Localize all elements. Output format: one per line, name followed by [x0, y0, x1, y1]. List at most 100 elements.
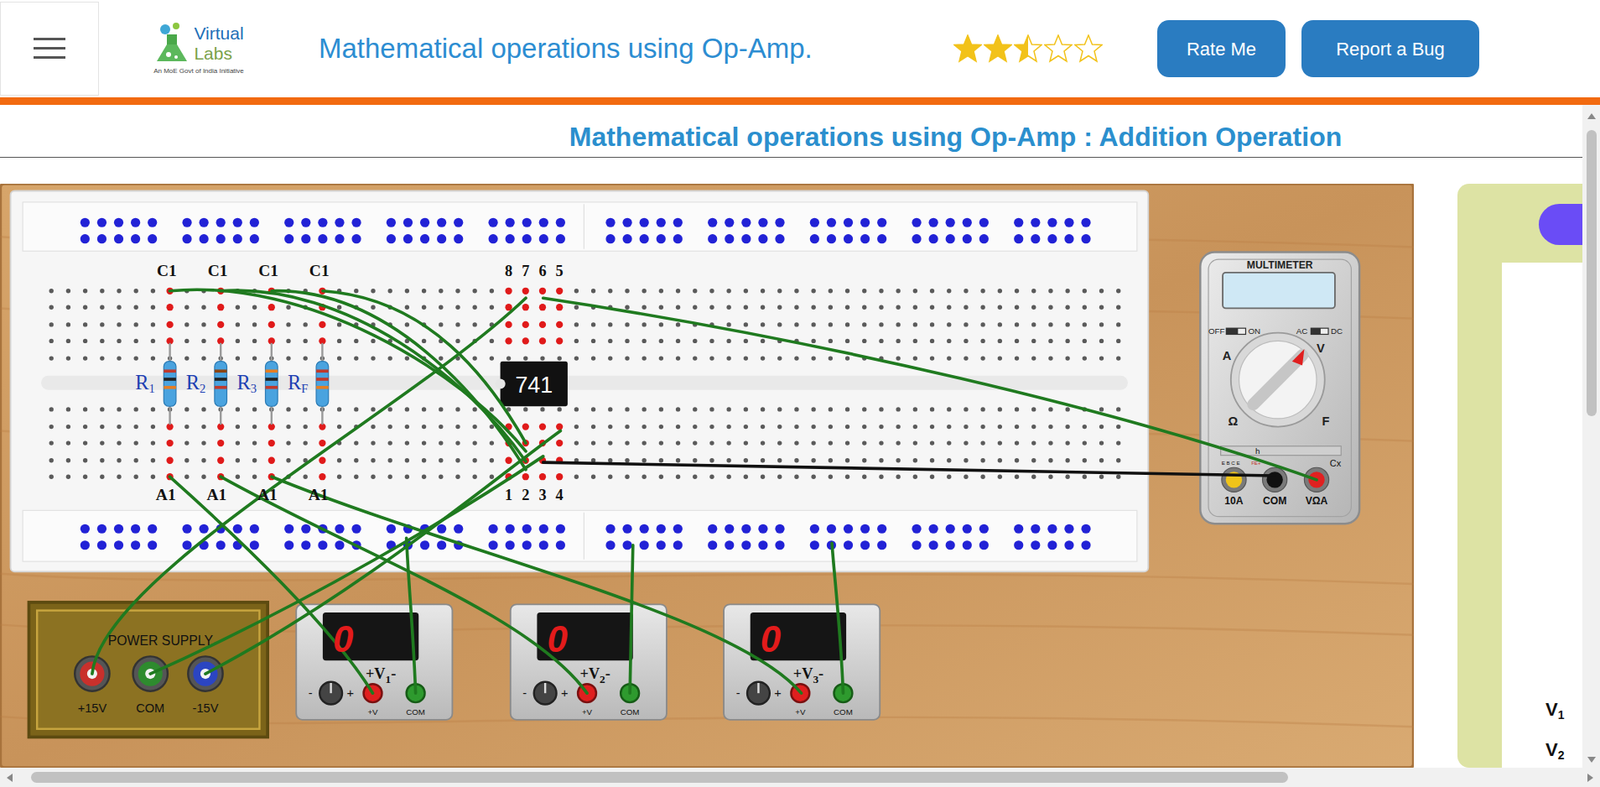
- hole[interactable]: [116, 474, 121, 479]
- rail-hole[interactable]: [505, 218, 515, 228]
- hole[interactable]: [235, 305, 240, 310]
- rail-hole[interactable]: [724, 540, 734, 550]
- rail-hole[interactable]: [1013, 233, 1024, 244]
- hole[interactable]: [591, 322, 596, 327]
- hole[interactable]: [675, 305, 681, 310]
- hole[interactable]: [455, 406, 460, 411]
- rail-hole[interactable]: [522, 540, 532, 550]
- hole[interactable]: [268, 457, 276, 464]
- rail-hole[interactable]: [505, 540, 515, 550]
- hole[interactable]: [913, 288, 918, 293]
- resistor[interactable]: [316, 361, 329, 407]
- hole[interactable]: [980, 355, 985, 360]
- hole[interactable]: [1064, 457, 1070, 463]
- rail-hole[interactable]: [97, 233, 107, 244]
- hole[interactable]: [1014, 406, 1019, 411]
- hole[interactable]: [659, 322, 664, 327]
- rail-hole[interactable]: [826, 218, 837, 228]
- hole[interactable]: [49, 355, 54, 360]
- rail-hole[interactable]: [436, 218, 447, 228]
- hole[interactable]: [268, 439, 276, 447]
- hole[interactable]: [726, 474, 731, 479]
- hole[interactable]: [743, 440, 749, 445]
- hole[interactable]: [929, 338, 935, 343]
- hole[interactable]: [421, 474, 426, 479]
- hole[interactable]: [878, 406, 884, 411]
- hole[interactable]: [421, 457, 426, 463]
- resistor[interactable]: [163, 361, 177, 407]
- hole[interactable]: [455, 338, 460, 343]
- hole[interactable]: [421, 440, 426, 445]
- hole[interactable]: [709, 355, 714, 360]
- hole[interactable]: [1064, 288, 1070, 293]
- rail-hole[interactable]: [810, 218, 820, 228]
- hole[interactable]: [83, 474, 88, 479]
- rail-hole[interactable]: [386, 233, 396, 244]
- hole[interactable]: [370, 406, 375, 411]
- rail-hole[interactable]: [639, 540, 650, 550]
- hole[interactable]: [1048, 322, 1053, 327]
- hole[interactable]: [963, 322, 968, 327]
- hole[interactable]: [675, 474, 681, 479]
- hole[interactable]: [1031, 305, 1036, 310]
- hole[interactable]: [997, 305, 1003, 310]
- hole[interactable]: [980, 406, 985, 411]
- hole[interactable]: [810, 424, 816, 429]
- hole[interactable]: [862, 322, 867, 327]
- hole[interactable]: [913, 440, 918, 445]
- hole[interactable]: [184, 322, 189, 327]
- hole[interactable]: [743, 322, 749, 327]
- hole[interactable]: [318, 457, 326, 464]
- hole[interactable]: [184, 474, 189, 479]
- hole[interactable]: [878, 305, 884, 310]
- hole[interactable]: [66, 457, 71, 463]
- hole[interactable]: [878, 440, 884, 445]
- hole[interactable]: [83, 424, 88, 429]
- rail-hole[interactable]: [1030, 524, 1040, 534]
- hole[interactable]: [1082, 288, 1087, 293]
- rail-hole[interactable]: [505, 524, 515, 534]
- hole[interactable]: [1014, 355, 1019, 360]
- hole[interactable]: [760, 305, 765, 310]
- hole[interactable]: [370, 355, 375, 360]
- rail-hole[interactable]: [1013, 524, 1024, 534]
- rail-hole[interactable]: [622, 540, 632, 550]
- hole[interactable]: [574, 440, 579, 445]
- hole[interactable]: [285, 440, 291, 445]
- rail-hole[interactable]: [199, 233, 209, 244]
- hole[interactable]: [472, 406, 478, 411]
- hole[interactable]: [624, 322, 629, 327]
- rail-hole[interactable]: [639, 233, 650, 244]
- hole[interactable]: [692, 338, 697, 343]
- hole[interactable]: [760, 424, 765, 429]
- hole[interactable]: [116, 406, 121, 411]
- rail-hole[interactable]: [436, 524, 447, 534]
- hole[interactable]: [963, 406, 968, 411]
- rail-hole[interactable]: [522, 233, 532, 244]
- hole[interactable]: [49, 424, 54, 429]
- hole[interactable]: [134, 457, 139, 463]
- hole[interactable]: [709, 288, 714, 293]
- hole[interactable]: [591, 424, 596, 429]
- wire[interactable]: [220, 476, 588, 693]
- hole[interactable]: [777, 457, 782, 463]
- hole[interactable]: [743, 474, 749, 479]
- rail-hole[interactable]: [80, 524, 90, 534]
- hole[interactable]: [489, 440, 494, 445]
- hole[interactable]: [929, 305, 935, 310]
- hole[interactable]: [777, 322, 782, 327]
- hole[interactable]: [980, 474, 985, 479]
- hole[interactable]: [353, 440, 359, 445]
- hole[interactable]: [49, 406, 54, 411]
- hole[interactable]: [388, 440, 393, 445]
- hole[interactable]: [539, 321, 546, 328]
- rail-hole[interactable]: [351, 524, 361, 534]
- hole[interactable]: [184, 457, 189, 463]
- scroll-thumb[interactable]: [31, 771, 1289, 783]
- hole[interactable]: [489, 474, 494, 479]
- rail-hole[interactable]: [673, 233, 683, 244]
- hole[interactable]: [150, 322, 156, 327]
- hole[interactable]: [388, 406, 393, 411]
- rail-hole[interactable]: [199, 218, 209, 228]
- hole[interactable]: [540, 406, 545, 411]
